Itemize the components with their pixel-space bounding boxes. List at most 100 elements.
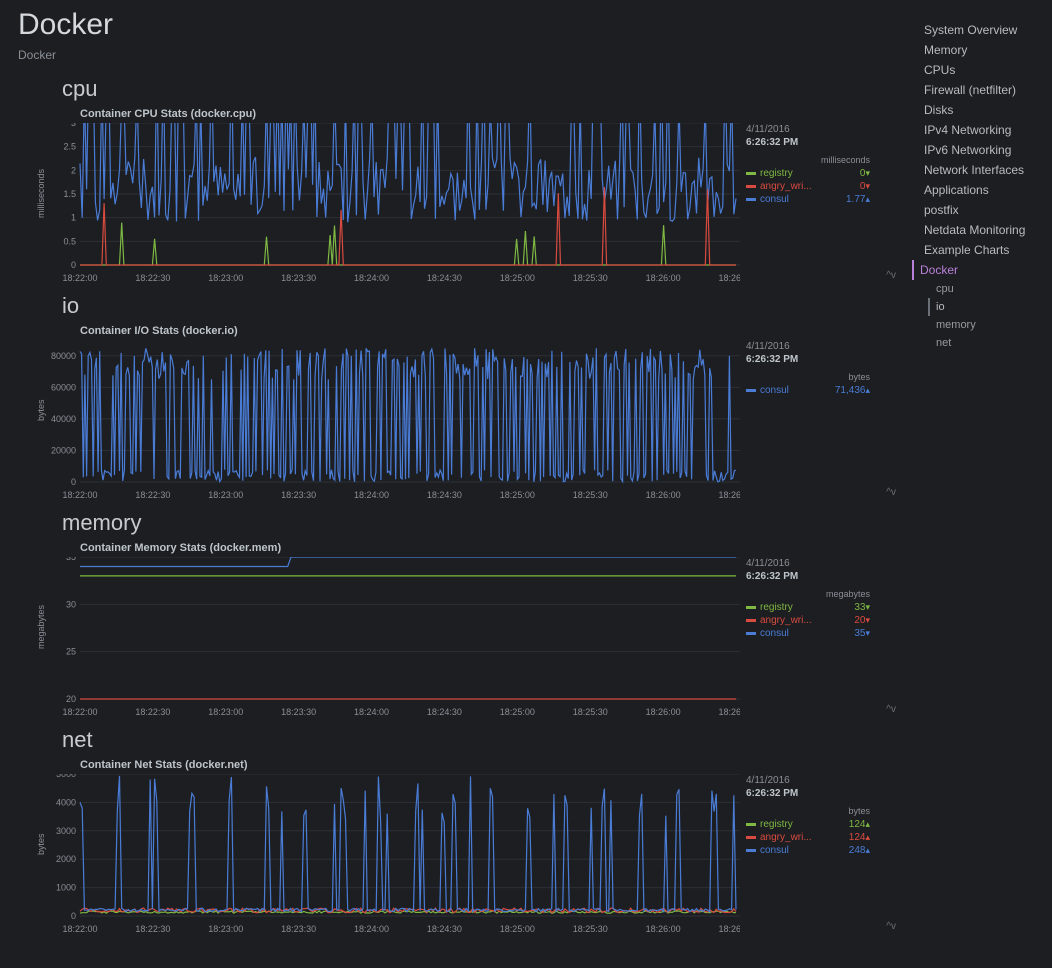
- svg-text:1: 1: [71, 213, 76, 223]
- page-title: Docker: [18, 8, 894, 42]
- svg-text:60000: 60000: [51, 382, 76, 392]
- sidebar-item-memory[interactable]: Memory: [920, 40, 1044, 60]
- svg-text:18:26:00: 18:26:00: [646, 924, 681, 934]
- legend-net: 4/11/2016 6:26:32 PM bytes registry124▴a…: [740, 774, 870, 857]
- svg-text:18:25:00: 18:25:00: [500, 273, 535, 283]
- legend-row-angry_wri...[interactable]: angry_wri...0▾: [746, 180, 870, 193]
- plot-io[interactable]: 02000040000600008000018:22:0018:22:3018:…: [50, 340, 740, 500]
- svg-text:18:24:30: 18:24:30: [427, 490, 462, 500]
- legend-row-consul[interactable]: consul71,436▴: [746, 384, 870, 397]
- svg-text:18:23:00: 18:23:00: [208, 273, 243, 283]
- legend-value: 0▾: [856, 181, 870, 192]
- chart-time: 6:26:32 PM: [746, 136, 870, 149]
- legend-unit: milliseconds: [746, 155, 870, 165]
- legend-name: consul: [760, 845, 845, 856]
- plot-net[interactable]: 01000200030004000500018:22:0018:22:3018:…: [50, 774, 740, 934]
- svg-text:18:25:00: 18:25:00: [500, 924, 535, 934]
- legend-swatch-red: [746, 619, 756, 622]
- sidebar-item-netdata-monitoring[interactable]: Netdata Monitoring: [920, 220, 1044, 240]
- sidebar-item-applications[interactable]: Applications: [920, 180, 1044, 200]
- chart-time: 6:26:32 PM: [746, 570, 870, 583]
- sidebar-sub-memory[interactable]: memory: [920, 316, 1044, 334]
- sidebar-item-example-charts[interactable]: Example Charts: [920, 240, 1044, 260]
- svg-text:25: 25: [66, 647, 76, 657]
- sidebar-item-postfix[interactable]: postfix: [920, 200, 1044, 220]
- svg-text:18:26:30: 18:26:30: [718, 924, 740, 934]
- ylabel-net: bytes: [36, 774, 50, 914]
- legend-value: 248▴: [845, 845, 870, 856]
- sidebar-item-ipv4-networking[interactable]: IPv4 Networking: [920, 120, 1044, 140]
- legend-value: 35▾: [850, 628, 870, 639]
- sidebar-item-ipv6-networking[interactable]: IPv6 Networking: [920, 140, 1044, 160]
- plot-memory[interactable]: 2025303518:22:0018:22:3018:23:0018:23:30…: [50, 557, 740, 717]
- sidebar-sub-net[interactable]: net: [920, 334, 1044, 352]
- svg-text:18:23:30: 18:23:30: [281, 273, 316, 283]
- chart-net: Container Net Stats (docker.net) bytes 0…: [18, 759, 894, 934]
- legend-row-registry[interactable]: registry124▴: [746, 818, 870, 831]
- chart-resize-handle[interactable]: ^v: [886, 270, 896, 281]
- svg-text:18:26:30: 18:26:30: [718, 707, 740, 717]
- legend-row-consul[interactable]: consul35▾: [746, 627, 870, 640]
- legend-name: registry: [760, 819, 845, 830]
- sidebar-sub-cpu[interactable]: cpu: [920, 280, 1044, 298]
- svg-text:1.5: 1.5: [63, 189, 76, 199]
- legend-name: angry_wri...: [760, 832, 845, 843]
- legend-row-angry_wri...[interactable]: angry_wri...20▾: [746, 614, 870, 627]
- chart-resize-handle[interactable]: ^v: [886, 487, 896, 498]
- legend-value: 1.77▴: [842, 194, 870, 205]
- section-io-title: io: [62, 293, 894, 319]
- legend-memory: 4/11/2016 6:26:32 PM megabytes registry3…: [740, 557, 870, 640]
- svg-text:18:23:00: 18:23:00: [208, 924, 243, 934]
- svg-text:0: 0: [71, 477, 76, 487]
- breadcrumb: Docker: [18, 48, 894, 62]
- svg-text:18:25:30: 18:25:30: [573, 924, 608, 934]
- svg-text:3: 3: [71, 123, 76, 128]
- plot-cpu[interactable]: 00.511.522.5318:22:0018:22:3018:23:0018:…: [50, 123, 740, 283]
- legend-name: angry_wri...: [760, 181, 856, 192]
- svg-text:2.5: 2.5: [63, 142, 76, 152]
- svg-text:18:23:30: 18:23:30: [281, 707, 316, 717]
- svg-text:18:25:00: 18:25:00: [500, 490, 535, 500]
- sidebar-sub-io[interactable]: io: [928, 298, 1044, 316]
- chart-time: 6:26:32 PM: [746, 353, 870, 366]
- legend-value: 20▾: [850, 615, 870, 626]
- svg-text:18:26:00: 18:26:00: [646, 707, 681, 717]
- svg-text:18:23:30: 18:23:30: [281, 924, 316, 934]
- svg-text:20000: 20000: [51, 445, 76, 455]
- legend-name: angry_wri...: [760, 615, 850, 626]
- sidebar-item-disks[interactable]: Disks: [920, 100, 1044, 120]
- svg-text:18:22:30: 18:22:30: [135, 924, 170, 934]
- chart-io: Container I/O Stats (docker.io) bytes 02…: [18, 325, 894, 500]
- svg-text:18:23:00: 18:23:00: [208, 490, 243, 500]
- chart-cpu-title: Container CPU Stats (docker.cpu): [80, 108, 894, 120]
- sidebar-item-cpus[interactable]: CPUs: [920, 60, 1044, 80]
- svg-text:18:22:00: 18:22:00: [62, 273, 97, 283]
- legend-unit: megabytes: [746, 589, 870, 599]
- sidebar-item-docker[interactable]: Docker: [912, 260, 1044, 280]
- ylabel-cpu: milliseconds: [36, 123, 50, 263]
- svg-text:0: 0: [71, 260, 76, 270]
- legend-row-angry_wri...[interactable]: angry_wri...124▴: [746, 831, 870, 844]
- legend-row-registry[interactable]: registry0▾: [746, 167, 870, 180]
- svg-text:30: 30: [66, 599, 76, 609]
- sidebar-item-network-interfaces[interactable]: Network Interfaces: [920, 160, 1044, 180]
- legend-swatch-green: [746, 823, 756, 826]
- legend-row-consul[interactable]: consul248▴: [746, 844, 870, 857]
- svg-text:4000: 4000: [56, 797, 76, 807]
- sidebar-item-firewall-netfilter-[interactable]: Firewall (netfilter): [920, 80, 1044, 100]
- chart-time: 6:26:32 PM: [746, 787, 870, 800]
- svg-text:0.5: 0.5: [63, 236, 76, 246]
- svg-text:5000: 5000: [56, 774, 76, 779]
- svg-text:1000: 1000: [56, 883, 76, 893]
- chart-memory: Container Memory Stats (docker.mem) mega…: [18, 542, 894, 717]
- legend-row-registry[interactable]: registry33▾: [746, 601, 870, 614]
- svg-text:18:24:00: 18:24:00: [354, 707, 389, 717]
- svg-text:0: 0: [71, 911, 76, 921]
- sidebar-item-system-overview[interactable]: System Overview: [920, 20, 1044, 40]
- chart-resize-handle[interactable]: ^v: [886, 921, 896, 932]
- legend-name: consul: [760, 194, 842, 205]
- svg-text:40000: 40000: [51, 414, 76, 424]
- chart-resize-handle[interactable]: ^v: [886, 704, 896, 715]
- legend-name: registry: [760, 168, 856, 179]
- legend-row-consul[interactable]: consul1.77▴: [746, 193, 870, 206]
